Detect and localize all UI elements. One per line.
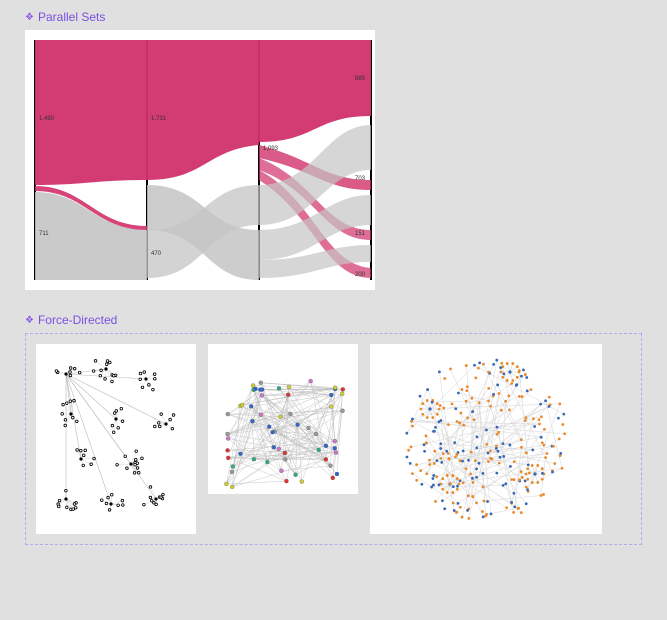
svg-text:1,731: 1,731 xyxy=(151,116,167,122)
force-chart-clusters[interactable] xyxy=(36,344,196,534)
svg-text:1,490: 1,490 xyxy=(39,116,55,122)
svg-text:1,093: 1,093 xyxy=(263,146,279,152)
section-header-parallel: ❖ Parallel Sets xyxy=(25,10,642,24)
force-chart-colored[interactable] xyxy=(208,344,358,494)
svg-text:151: 151 xyxy=(355,231,366,237)
svg-text:703: 703 xyxy=(355,176,366,182)
section-title: Parallel Sets xyxy=(38,10,105,24)
svg-text:470: 470 xyxy=(151,251,162,257)
force-directed-row xyxy=(25,333,642,545)
svg-text:885: 885 xyxy=(355,76,366,82)
section-parallel-sets: ❖ Parallel Sets 1, xyxy=(25,10,642,293)
bullet-icon: ❖ xyxy=(25,315,34,326)
section-title: Force-Directed xyxy=(38,313,117,327)
parallel-sets-chart[interactable]: 1,490 711 1,731 470 1,093 885 703 151 20… xyxy=(25,30,375,290)
force-chart-ring[interactable] xyxy=(370,344,602,534)
bullet-icon: ❖ xyxy=(25,12,34,23)
svg-text:200: 200 xyxy=(355,272,366,278)
section-force-directed: ❖ Force-Directed xyxy=(25,313,642,545)
svg-text:711: 711 xyxy=(39,231,49,237)
section-header-force: ❖ Force-Directed xyxy=(25,313,642,327)
